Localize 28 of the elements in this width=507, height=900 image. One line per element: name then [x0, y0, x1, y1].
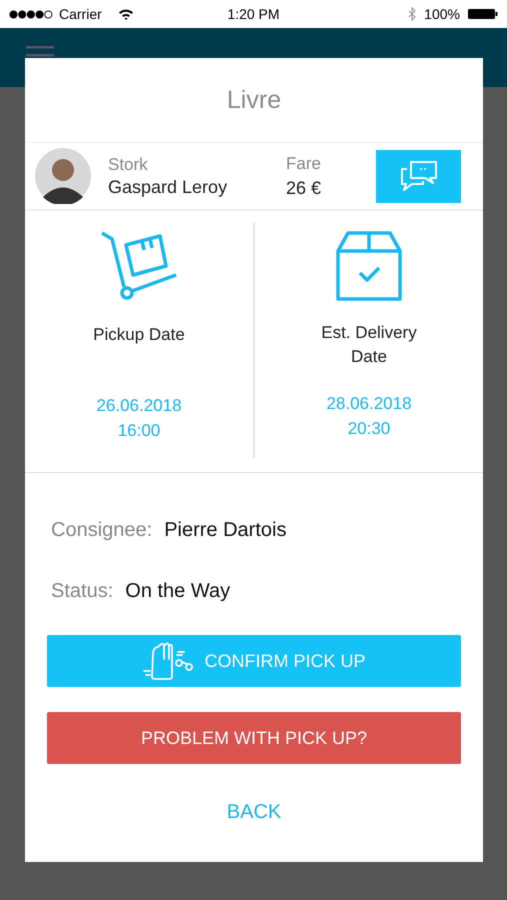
signal-icon	[9, 10, 53, 18]
battery-icon	[468, 8, 498, 20]
bluetooth-icon	[408, 7, 416, 21]
stork-label: Stork	[108, 154, 149, 174]
detail-value: Pierre Dartois	[164, 519, 286, 542]
date-value: 26.06.2018	[96, 395, 182, 417]
carrier-name: Carrier	[59, 6, 102, 22]
date-label: Pickup Date	[92, 324, 186, 346]
box-check-icon	[336, 231, 402, 301]
status-time: 1:20 PM	[227, 6, 280, 22]
wifi-icon	[118, 8, 134, 20]
stork-name: Gaspard Leroy	[108, 176, 228, 198]
chat-icon	[398, 159, 438, 193]
battery-percent: 100%	[424, 6, 460, 22]
fare-label: Fare	[286, 154, 322, 174]
problem-button[interactable]: PROBLEM WITH PICK UP?	[47, 712, 461, 764]
time-value: 20:30	[348, 418, 390, 440]
detail-value: On the Way	[125, 580, 230, 603]
avatar-icon	[35, 148, 91, 204]
date-label: Est. Delivery Date	[320, 322, 418, 368]
date-value: 28.06.2018	[326, 393, 412, 415]
time-value: 16:00	[118, 420, 160, 442]
dialog-title: Livre	[226, 86, 282, 116]
detail-label: Status:	[51, 580, 114, 603]
confirm-button[interactable]: CONFIRM PICK UP	[47, 635, 461, 687]
detail-label: Consignee:	[51, 519, 152, 542]
back-link[interactable]: BACK	[222, 797, 286, 828]
fare-value: 26 €	[286, 178, 322, 198]
